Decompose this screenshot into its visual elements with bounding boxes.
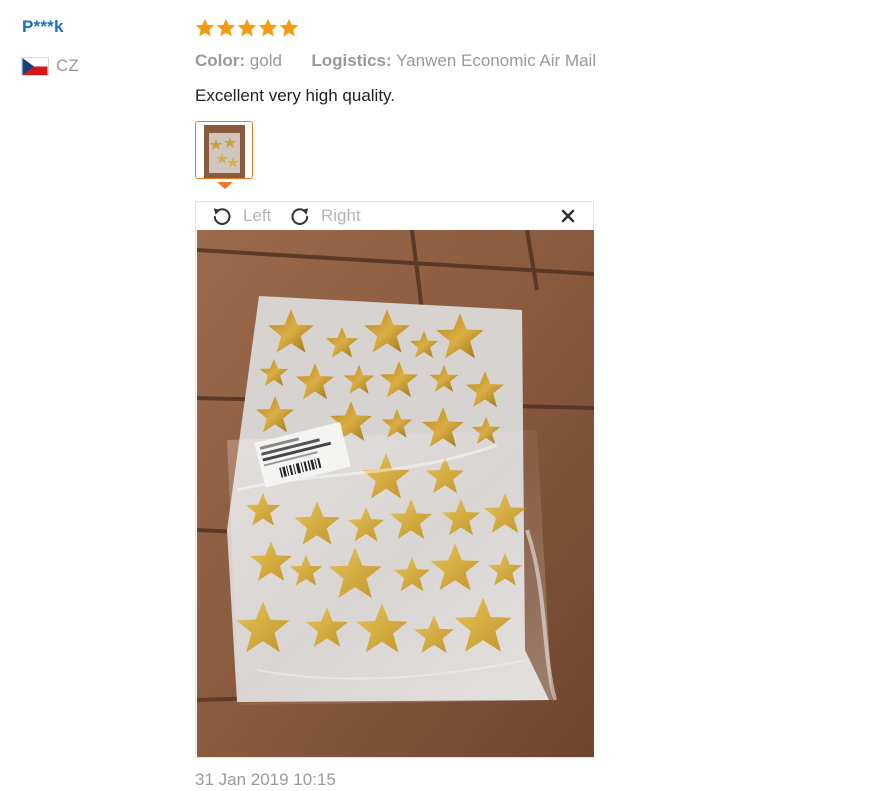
review-date: 31 Jan 2019 10:15 [195,770,336,789]
czech-flag-icon [21,56,49,76]
star-icon [216,18,236,37]
thumbnail-image [204,125,245,178]
review-card: P***k CZ Color: gold Logistics: Yanwen E… [0,0,874,791]
star-icon [237,18,257,37]
logistics-label: Logistics: [311,51,392,70]
review-meta: Color: gold Logistics: Yanwen Economic A… [195,51,596,71]
rotate-left-icon [213,208,231,225]
rotate-right-button[interactable]: Right [289,205,361,227]
color-label: Color: [195,51,246,70]
review-photo-thumbnail[interactable] [195,121,253,179]
review-photo [197,230,594,757]
close-icon [561,209,575,223]
review-photo-image [197,230,594,757]
close-viewer-button[interactable] [559,207,577,225]
star-icon [258,18,278,37]
star-rating [195,18,299,38]
reviewer-name[interactable]: P***k [22,17,64,37]
rotate-left-button[interactable]: Left [211,205,271,227]
viewer-toolbar: Left Right [196,202,593,230]
review-text: Excellent very high quality. [195,86,396,105]
color-value: gold [249,51,282,70]
reviewer-country: CZ [21,56,79,76]
star-icon [279,18,299,37]
rotate-left-label: Left [243,206,272,225]
star-icon [195,18,215,37]
photo-viewer: Left Right [195,201,594,758]
rotate-right-icon [291,208,309,225]
logistics-value: Yanwen Economic Air Mail [396,51,597,70]
thumbnail-active-caret [217,182,233,189]
country-code: CZ [56,56,79,75]
rotate-right-label: Right [321,206,361,225]
